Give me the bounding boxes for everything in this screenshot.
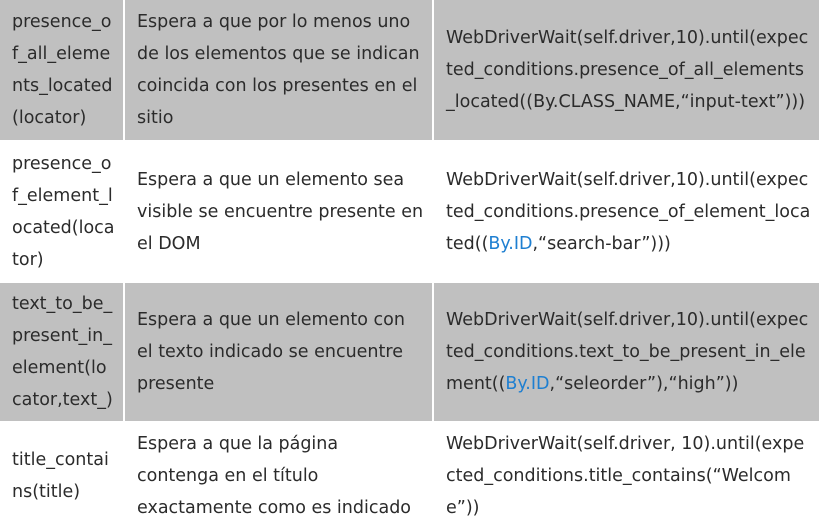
- method-cell: text_to_be_present_in_element(locator,te…: [0, 282, 125, 423]
- method-cell: presence_of_all_elements_located(locator…: [0, 0, 125, 142]
- description-cell: Espera a que por lo menos uno de los ele…: [124, 0, 434, 142]
- code-text: ,“search-bar”))): [532, 233, 671, 254]
- table-row: presence_of_all_elements_located(locator…: [0, 0, 820, 142]
- code-text: WebDriverWait(self.driver, 10).until(exp…: [446, 433, 805, 518]
- code-text: ,“seleorder”),“high”)): [549, 374, 739, 394]
- code-cell: WebDriverWait(self.driver,10).until(expe…: [433, 141, 820, 283]
- table-row: title_contains(title) Espera a que la pá…: [0, 422, 820, 530]
- expected-conditions-table: presence_of_all_elements_located(locator…: [0, 0, 820, 530]
- method-cell: presence_of_element_located(locator): [0, 141, 125, 283]
- table-row: text_to_be_present_in_element(locator,te…: [0, 282, 820, 423]
- code-cell: WebDriverWait(self.driver,10).until(expe…: [433, 0, 820, 142]
- table-row: presence_of_element_located(locator) Esp…: [0, 141, 820, 283]
- code-cell: WebDriverWait(self.driver,10).until(expe…: [433, 282, 820, 423]
- code-cell: WebDriverWait(self.driver, 10).until(exp…: [433, 422, 820, 530]
- description-cell: Espera a que la página contenga en el tí…: [124, 422, 434, 530]
- method-cell: title_contains(title): [0, 422, 125, 530]
- code-link[interactable]: By.ID: [488, 234, 532, 254]
- description-cell: Espera a que un elemento sea visible se …: [124, 141, 434, 283]
- code-text: By.CLASS_NAME,“input-text”))): [533, 92, 806, 112]
- description-cell: Espera a que un elemento con el texto in…: [124, 282, 434, 423]
- code-link[interactable]: By.ID: [505, 374, 549, 394]
